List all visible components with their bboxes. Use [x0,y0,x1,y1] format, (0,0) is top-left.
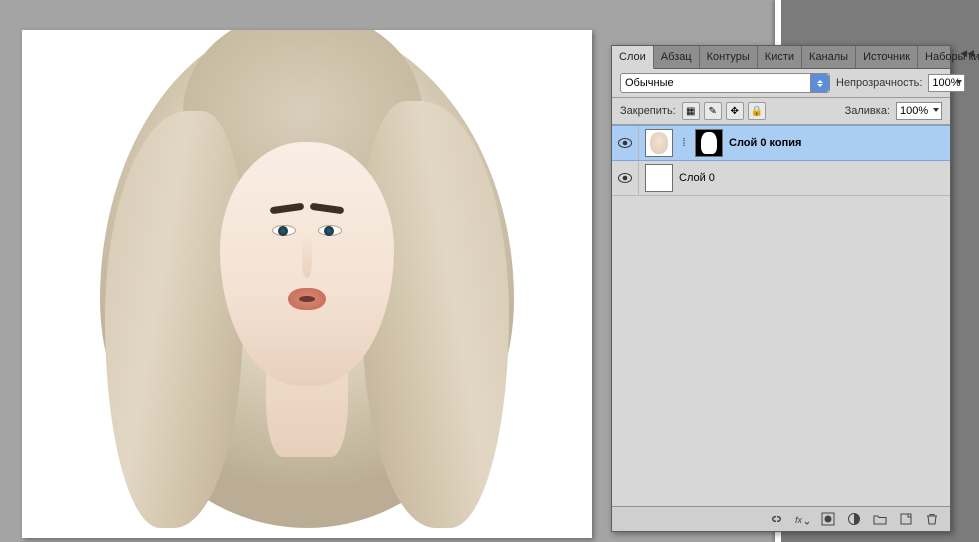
link-layers-button[interactable] [768,511,784,527]
fill-label: Заливка: [845,105,890,117]
lock-position-button[interactable]: ✥ [726,102,744,120]
visibility-toggle[interactable] [618,136,632,150]
blend-mode-value: Обычные [625,77,674,89]
divider [638,126,639,160]
opacity-input[interactable]: 100% [928,74,964,92]
svg-text:fx: fx [795,515,803,525]
lock-all-button[interactable]: 🔒 [748,102,766,120]
blend-options-row: Обычные Непрозрачность: 100% [612,69,950,98]
eye-icon [618,138,632,148]
tab-paragraph[interactable]: Абзац [654,46,700,68]
panel-tabs: Слои Абзац Контуры Кисти Каналы Источник… [612,46,950,69]
lock-label: Закрепить: [620,105,676,117]
tab-channels[interactable]: Каналы [802,46,856,68]
portrait-image [77,30,537,538]
tab-paths[interactable]: Контуры [700,46,758,68]
adjustment-icon [847,512,861,526]
eye-icon [618,173,632,183]
tab-presets[interactable]: Наборы ки [918,46,979,68]
layer-thumbnail[interactable] [645,129,673,157]
tab-layers[interactable]: Слои [612,46,654,69]
layer-name[interactable]: Слой 0 [679,172,715,184]
trash-icon [925,512,939,526]
folder-icon [873,512,887,526]
lock-row: Закрепить: ▦ ✎ ✥ 🔒 Заливка: 100% [612,98,950,125]
lock-icon: 🔒 [751,106,763,117]
layer-row[interactable]: Слой 0 [612,161,950,196]
fill-input[interactable]: 100% [896,102,942,120]
layer-list: ⁞ Слой 0 копия Слой 0 [612,125,950,506]
document-canvas[interactable] [22,30,592,538]
new-layer-button[interactable] [898,511,914,527]
divider [638,161,639,195]
fill-value: 100% [900,105,928,117]
layers-panel: Слои Абзац Контуры Кисти Каналы Источник… [611,45,951,532]
layer-fx-button[interactable]: fx [794,511,810,527]
chevron-down-icon [956,80,962,84]
new-group-button[interactable] [872,511,888,527]
visibility-toggle[interactable] [618,171,632,185]
layer-row[interactable]: ⁞ Слой 0 копия [612,125,950,161]
mask-link-icon[interactable]: ⁞ [679,137,689,149]
new-page-icon [899,512,913,526]
workspace: ◀◀ Слои Абзац Контуры Кисти Каналы Источ… [0,0,979,542]
tab-brushes[interactable]: Кисти [758,46,802,68]
mask-thumbnail[interactable] [695,129,723,157]
adjustment-layer-button[interactable] [846,511,862,527]
add-mask-button[interactable] [820,511,836,527]
delete-layer-button[interactable] [924,511,940,527]
lock-pixels-button[interactable]: ✎ [704,102,722,120]
link-icon [769,512,783,526]
chevron-updown-icon [810,74,829,92]
blend-mode-select[interactable]: Обычные [620,73,830,93]
tab-source[interactable]: Источник [856,46,918,68]
brush-icon: ✎ [709,106,717,117]
fx-icon: fx [795,512,809,526]
move-icon: ✥ [731,106,739,117]
layer-thumbnail[interactable] [645,164,673,192]
mask-icon [821,512,835,526]
layer-name[interactable]: Слой 0 копия [729,137,801,149]
opacity-label: Непрозрачность: [836,77,922,89]
transparency-icon: ▦ [686,106,695,117]
chevron-down-icon [933,108,939,112]
panel-footer: fx [612,506,950,531]
lock-transparency-button[interactable]: ▦ [682,102,700,120]
